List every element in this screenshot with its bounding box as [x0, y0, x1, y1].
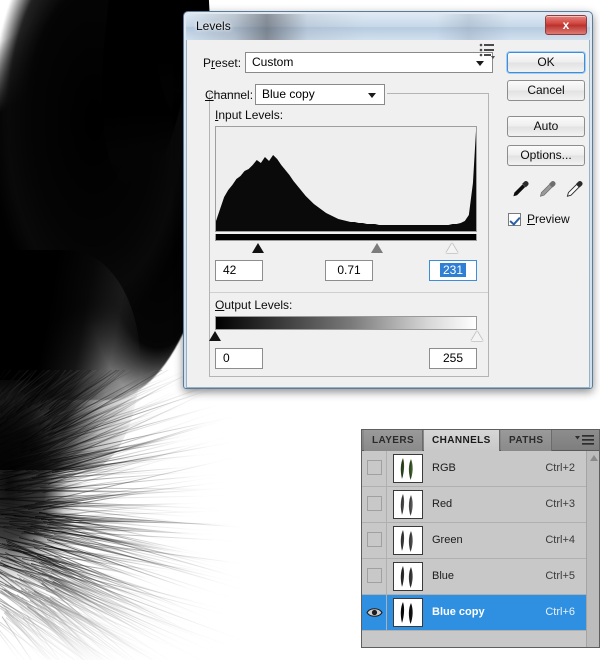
channel-row-red[interactable]: Red Ctrl+3 [362, 487, 599, 523]
gray-point-eyedropper-icon[interactable] [536, 178, 558, 202]
histogram-display[interactable] [215, 126, 477, 232]
input-black-field[interactable]: 42 [215, 260, 263, 281]
input-white-value: 231 [440, 263, 466, 277]
channel-thumbnail-glyph [394, 599, 423, 627]
preset-row: Preset: Custom [203, 52, 493, 74]
channel-thumbnail [393, 526, 423, 555]
black-eyedropper-glyph [509, 178, 531, 202]
channel-list: RGBCtrl+2RedCtrl+3GreenCtrl+4BlueCtrl+5B… [362, 451, 599, 647]
histogram-svg [216, 127, 476, 231]
white-point-eyedropper-icon[interactable] [563, 178, 585, 202]
panel-menu-icon[interactable] [575, 434, 595, 447]
preview-label: Preview [527, 212, 570, 226]
cancel-button[interactable]: Cancel [507, 80, 585, 101]
input-white-field[interactable]: 231 [429, 260, 477, 281]
channel-row-rgb[interactable]: RGB Ctrl+2 [362, 451, 599, 487]
dialog-title: Levels [196, 19, 231, 33]
gray-eyedropper-glyph [536, 178, 558, 202]
channel-visibility-cell[interactable] [362, 523, 387, 558]
channel-thumbnail-glyph [394, 455, 423, 483]
input-gradient-bar [215, 234, 477, 241]
channel-thumbnail-glyph [394, 491, 423, 519]
channel-thumbnail-glyph [394, 527, 423, 555]
output-black-point-slider[interactable] [209, 331, 221, 341]
channel-shortcut: Ctrl+2 [545, 462, 575, 474]
channel-label: Channel: [205, 88, 253, 102]
eye-icon-empty[interactable] [367, 496, 382, 511]
auto-button[interactable]: Auto [507, 116, 585, 137]
ok-button[interactable]: OK [507, 52, 585, 73]
output-white-field[interactable]: 255 [429, 348, 477, 369]
preview-checkbox[interactable] [508, 213, 521, 226]
channel-dropdown[interactable]: Blue copy [255, 84, 385, 105]
input-gamma-field[interactable]: 0.71 [325, 260, 373, 281]
feather-bottom-fade [0, 560, 240, 660]
eyedropper-group [509, 178, 589, 204]
channel-name: Red [432, 498, 452, 510]
output-gradient-bar [215, 316, 477, 330]
tab-layers[interactable]: LAYERS [364, 430, 423, 451]
channel-thumbnail [393, 490, 423, 519]
channel-thumbnail-glyph [394, 563, 423, 591]
channel-thumbnail [393, 598, 423, 627]
eye-icon-empty[interactable] [367, 532, 382, 547]
channel-name: Blue copy [432, 606, 485, 618]
channel-value: Blue copy [262, 87, 315, 101]
black-point-eyedropper-icon[interactable] [509, 178, 531, 202]
input-levels-label: Input Levels: [215, 108, 283, 122]
channel-row-blue[interactable]: Blue Ctrl+5 [362, 559, 599, 595]
channel-name: Blue [432, 570, 454, 582]
channel-name: RGB [432, 462, 456, 474]
channel-shortcut: Ctrl+4 [545, 534, 575, 546]
channel-visibility-cell[interactable] [362, 487, 387, 522]
eye-icon-empty[interactable] [367, 568, 382, 583]
channel-shortcut: Ctrl+6 [545, 606, 575, 618]
levels-dialog: Levels x Preset: Custom [183, 11, 593, 389]
input-gamma-slider[interactable] [371, 243, 383, 253]
eye-icon-empty[interactable] [367, 460, 382, 475]
output-black-field[interactable]: 0 [215, 348, 263, 369]
tab-channels[interactable]: CHANNELS [424, 430, 500, 451]
close-icon[interactable]: x [545, 15, 587, 35]
dialog-body: Preset: Custom Channel [186, 40, 590, 388]
tab-paths[interactable]: PATHS [501, 430, 552, 451]
output-slider-track[interactable] [215, 330, 477, 343]
panel-tab-bar: LAYERSCHANNELSPATHS [362, 430, 599, 451]
channel-shortcut: Ctrl+3 [545, 498, 575, 510]
preset-value: Custom [252, 55, 293, 69]
channel-visibility-cell[interactable] [362, 559, 387, 594]
output-levels-label: Output Levels: [215, 298, 292, 312]
section-divider [210, 292, 488, 293]
input-white-point-slider[interactable] [446, 243, 458, 253]
output-white-point-slider[interactable] [471, 331, 483, 341]
options-button[interactable]: Options... [507, 145, 585, 166]
channel-list-scrollbar[interactable] [586, 451, 599, 647]
preset-label: Preset: [203, 56, 241, 70]
channel-visibility-cell[interactable] [362, 595, 387, 630]
channel-shortcut: Ctrl+5 [545, 570, 575, 582]
screenshot-root: PS教程论坛 BBS.16XX8.COM Levels x Preset: Cu… [0, 0, 600, 660]
channel-name: Green [432, 534, 463, 546]
chevron-down-icon [476, 61, 484, 66]
chevron-down-icon [368, 93, 376, 98]
channel-visibility-cell[interactable] [362, 451, 387, 486]
eye-icon[interactable] [366, 606, 383, 619]
scroll-up-icon[interactable] [590, 455, 598, 461]
preset-dropdown[interactable]: Custom [245, 52, 493, 73]
dialog-titlebar[interactable]: Levels x [186, 14, 590, 40]
preset-menu-icon[interactable] [477, 41, 499, 61]
input-black-point-slider[interactable] [252, 243, 264, 253]
input-slider-track[interactable] [215, 242, 477, 255]
white-eyedropper-glyph [563, 178, 585, 202]
preset-menu-glyph [477, 41, 499, 61]
channel-row: Channel: Blue copy [203, 84, 493, 106]
channels-panel: LAYERSCHANNELSPATHS RGB Ctrl+2 Red Ctrl+3 Gr… [361, 429, 600, 648]
channel-thumbnail [393, 454, 423, 483]
channel-row-blue-copy[interactable]: Blue copy Ctrl+6 [362, 595, 599, 631]
channel-row-green[interactable]: Green Ctrl+4 [362, 523, 599, 559]
channel-thumbnail [393, 562, 423, 591]
